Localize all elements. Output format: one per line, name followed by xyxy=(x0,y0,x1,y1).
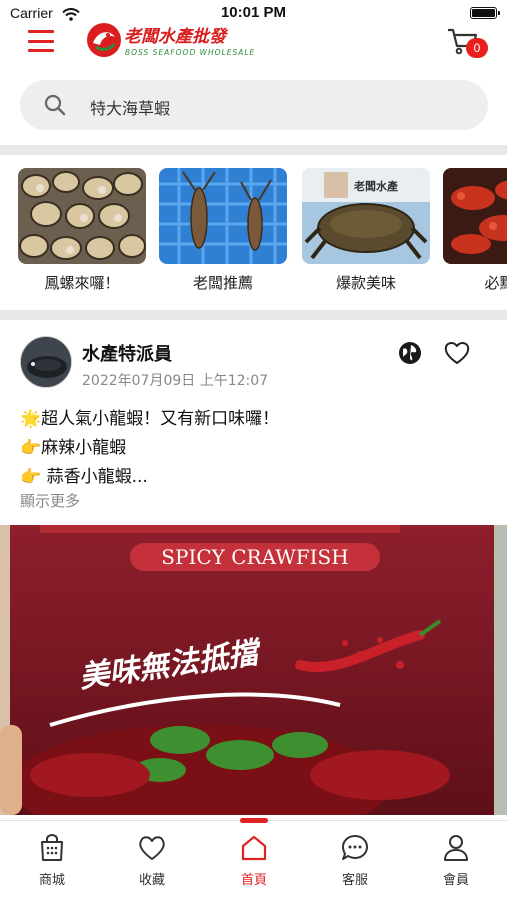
app-header: 老闆水產批發 BOSS SEAFOOD WHOLESALE 0 xyxy=(0,18,507,64)
tab-member[interactable]: 會員 xyxy=(416,833,496,888)
post-text-line: 👉 蒜香小龍蝦... xyxy=(20,467,148,487)
post-image[interactable]: SPICY CRAWFISH 美味無法抵擋 xyxy=(0,525,507,815)
tab-label: 會員 xyxy=(442,873,469,888)
menu-button[interactable] xyxy=(28,30,54,52)
avatar[interactable] xyxy=(20,336,72,388)
category-label: 爆款美味 xyxy=(335,274,396,292)
divider xyxy=(0,145,507,155)
chat-icon xyxy=(342,835,368,860)
banner-text: SPICY CRAWFISH xyxy=(161,545,348,569)
tab-label: 首頁 xyxy=(240,873,267,888)
category-label: 鳳螺來囉！ xyxy=(44,274,120,292)
post-text-line: 👉麻辣小龍蝦 xyxy=(20,438,127,458)
home-icon xyxy=(241,835,267,861)
svg-text:BOSS SEAFOOD WHOLESALE: BOSS SEAFOOD WHOLESALE xyxy=(125,48,255,57)
category-item[interactable]: 必點下 xyxy=(443,168,507,293)
category-item[interactable]: 老闆推薦 xyxy=(159,168,287,293)
bottom-tab-bar: 商城 收藏 首頁 客服 會員 xyxy=(0,818,507,900)
tab-favorites[interactable]: 收藏 xyxy=(112,833,192,888)
globe-icon[interactable] xyxy=(398,341,422,365)
svg-text:老闆水產: 老闆水產 xyxy=(353,179,398,193)
crab-photo: 老闆水產 xyxy=(302,168,430,264)
tab-label: 收藏 xyxy=(138,873,165,888)
category-item[interactable]: 老闆水產 爆款美味 xyxy=(302,168,430,293)
user-icon xyxy=(444,835,468,861)
search-icon xyxy=(44,94,66,116)
tab-label: 商城 xyxy=(38,873,65,888)
category-label: 必點下 xyxy=(484,274,507,292)
sea-snails-photo xyxy=(18,168,146,264)
menu-bar xyxy=(28,49,54,52)
shop-icon xyxy=(41,834,63,861)
post-date: 2022年07月09日 上午12:07 xyxy=(82,373,269,389)
divider xyxy=(0,310,507,320)
active-tab-indicator xyxy=(240,818,268,823)
menu-bar xyxy=(28,30,54,33)
search-input[interactable]: 特大海草蝦 xyxy=(90,95,170,119)
post-author[interactable]: 水產特派員 xyxy=(82,340,172,366)
post-text-line: 🌟超人氣小龍蝦！又有新口味囉！ xyxy=(20,409,280,429)
tab-shop[interactable]: 商城 xyxy=(12,833,92,888)
tab-support[interactable]: 客服 xyxy=(315,833,395,888)
search-bar[interactable]: 特大海草蝦 xyxy=(20,80,488,130)
cart-badge: 0 xyxy=(466,38,488,58)
heart-icon[interactable] xyxy=(443,340,471,366)
menu-bar xyxy=(28,39,54,43)
category-label: 老闆推薦 xyxy=(192,274,253,292)
heart-icon xyxy=(139,836,165,860)
tab-label: 客服 xyxy=(341,873,368,888)
brand-logo[interactable]: 老闆水產批發 BOSS SEAFOOD WHOLESALE xyxy=(84,20,264,60)
category-carousel[interactable]: 鳳螺來囉！ 老闆推薦 老闆水產 爆款美味 必點 xyxy=(0,168,507,296)
lobster-photo xyxy=(159,168,287,264)
svg-text:老闆水產批發: 老闆水產批發 xyxy=(124,27,229,47)
category-item[interactable]: 鳳螺來囉！ xyxy=(18,168,146,293)
crawfish-photo xyxy=(443,168,507,264)
tab-home[interactable]: 首頁 xyxy=(214,833,294,888)
show-more-link[interactable]: 顯示更多 xyxy=(20,490,80,511)
